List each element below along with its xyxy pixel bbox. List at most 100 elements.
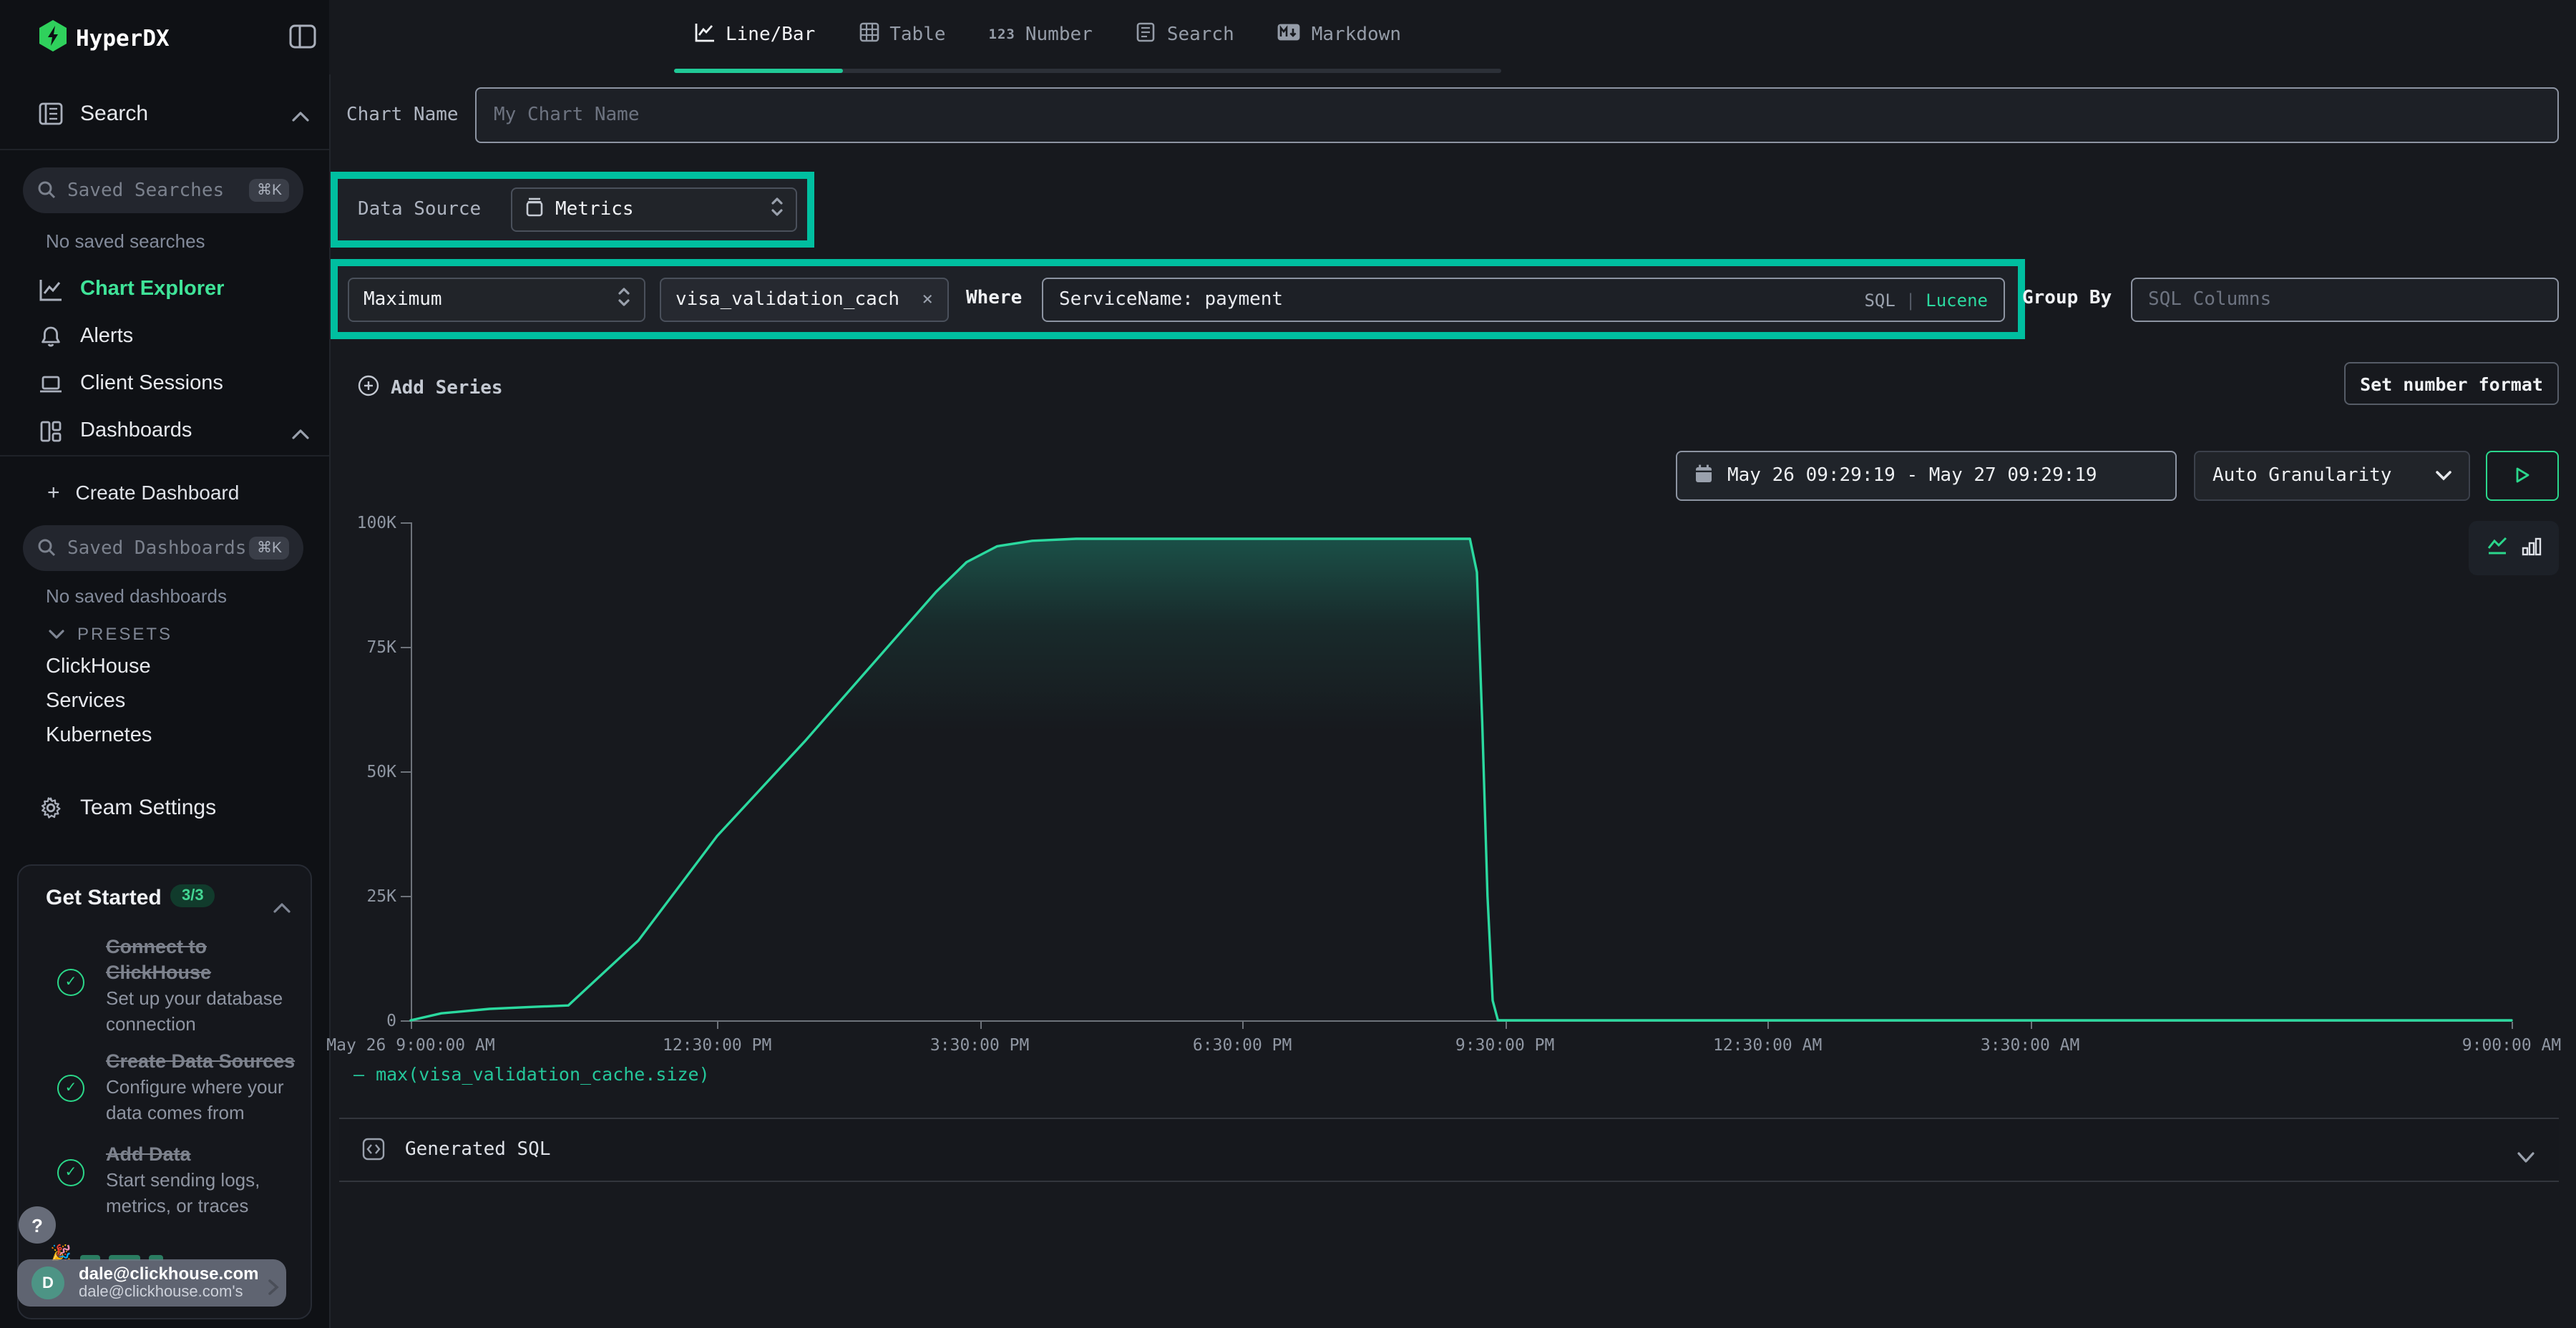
gear-icon xyxy=(39,795,63,819)
select-chevrons-icon xyxy=(618,288,630,312)
x-tick-label: 12:30:00 PM xyxy=(663,1035,771,1055)
y-tick-label: 0 xyxy=(333,1010,396,1030)
close-icon[interactable]: × xyxy=(922,289,933,311)
avatar: D xyxy=(31,1266,64,1299)
sidebar-item-client-sessions[interactable]: Client Sessions xyxy=(0,365,329,402)
bar-display-icon xyxy=(2522,534,2542,562)
sidebar-item-alerts[interactable]: Alerts xyxy=(0,318,329,355)
checklist-item[interactable]: ✓ Add Data Start sending logs, metrics, … xyxy=(57,1142,313,1219)
checklist-item-desc: Set up your database connection xyxy=(106,987,283,1035)
checklist-item[interactable]: ✓ Create Data Sources Configure where yo… xyxy=(57,1049,313,1126)
search-doc-icon xyxy=(1136,21,1157,49)
tab-table[interactable]: Table xyxy=(858,21,945,49)
data-source-value: Metrics xyxy=(555,199,760,220)
add-series-button[interactable]: Add Series xyxy=(358,375,503,402)
x-tick-mark xyxy=(980,1022,981,1029)
hyperdx-logo-icon xyxy=(39,20,67,57)
chevron-up-icon[interactable] xyxy=(273,892,291,919)
chevron-down-icon xyxy=(2436,465,2451,487)
calendar-icon xyxy=(1694,463,1713,489)
chevron-down-icon xyxy=(49,621,64,647)
sidebar-item-dashboards[interactable]: Dashboards xyxy=(0,412,329,449)
tab-label: Search xyxy=(1167,24,1234,46)
where-input[interactable]: ServiceName: payment SQL | Lucene xyxy=(1042,278,2005,322)
lucene-mode-toggle[interactable]: Lucene xyxy=(1926,290,1988,310)
check-circle-icon: ✓ xyxy=(57,1159,84,1186)
saved-searches-input[interactable]: Saved Searches ⌘K xyxy=(23,167,303,213)
active-tab-indicator xyxy=(674,69,843,73)
database-icon xyxy=(525,197,544,223)
user-team: dale@clickhouse.com's xyxy=(79,1283,259,1302)
checklist-item-title: Connect to ClickHouse xyxy=(106,936,211,983)
tab-label: Line/Bar xyxy=(726,24,815,46)
plus-icon: + xyxy=(47,480,60,504)
checklist-item-desc: Start sending logs, metrics, or traces xyxy=(106,1169,260,1216)
data-source-select[interactable]: Metrics xyxy=(511,187,797,232)
preset-kubernetes[interactable]: Kubernetes xyxy=(46,724,152,747)
plus-circle-icon xyxy=(358,375,379,402)
tab-label: Table xyxy=(889,24,945,46)
set-number-format-button[interactable]: Set number format xyxy=(2344,362,2559,405)
generated-sql-accordion[interactable]: Generated SQL xyxy=(339,1119,2559,1181)
no-saved-dashboards-text: No saved dashboards xyxy=(46,585,227,607)
tab-line-bar[interactable]: Line/Bar xyxy=(694,21,815,49)
help-button[interactable]: ? xyxy=(19,1206,56,1244)
aggregation-select[interactable]: Maximum xyxy=(348,278,645,322)
date-range-picker[interactable]: May 26 09:29:19 - May 27 09:29:19 xyxy=(1676,451,2177,501)
timeseries-chart[interactable] xyxy=(411,522,2512,1020)
hyperdx-app: HyperDX Search Saved Searches ⌘K No save… xyxy=(0,0,2576,1328)
section-search[interactable]: Search xyxy=(0,94,329,132)
tab-number[interactable]: 123 Number xyxy=(989,24,1093,46)
collapse-sidebar-icon[interactable] xyxy=(289,24,316,54)
metric-tag[interactable]: visa_validation_cach × xyxy=(660,278,949,322)
sql-mode-toggle[interactable]: SQL xyxy=(1864,290,1895,310)
search-icon xyxy=(37,534,56,562)
chart-name-input[interactable]: My Chart Name xyxy=(475,87,2559,143)
x-tick-mark xyxy=(1505,1022,1506,1029)
where-label: Where xyxy=(966,288,1022,309)
checklist-item[interactable]: ✓ Connect to ClickHouse Set up your data… xyxy=(57,934,306,1038)
series-area xyxy=(411,539,2512,1020)
run-query-button[interactable] xyxy=(2486,451,2559,501)
x-tick-mark xyxy=(1767,1022,1769,1029)
sidebar-item-chart-explorer[interactable]: Chart Explorer xyxy=(0,270,329,308)
table-icon xyxy=(858,21,879,49)
shortcut-badge: ⌘K xyxy=(250,179,289,202)
chart-explorer-icon xyxy=(39,277,63,301)
presets-label: PRESETS xyxy=(77,624,172,644)
granularity-select[interactable]: Auto Granularity xyxy=(2194,451,2470,501)
chart-name-placeholder: My Chart Name xyxy=(494,104,640,126)
chevron-up-icon xyxy=(292,417,309,444)
tab-markdown[interactable]: Markdown xyxy=(1277,23,1401,47)
partially-hidden-item: 🎉 xyxy=(50,1244,163,1261)
x-tick-label: 6:30:00 PM xyxy=(1193,1035,1292,1055)
tab-search[interactable]: Search xyxy=(1136,21,1234,49)
granularity-value: Auto Granularity xyxy=(2212,465,2436,487)
sidebar-item-team-settings[interactable]: Team Settings xyxy=(0,788,329,826)
metric-tag-value: visa_validation_cach xyxy=(675,289,909,311)
user-menu[interactable]: D dale@clickhouse.com dale@clickhouse.co… xyxy=(17,1259,286,1307)
shortcut-badge: ⌘K xyxy=(250,537,289,560)
mode-separator: | xyxy=(1906,290,1916,310)
where-value: ServiceName: payment xyxy=(1059,289,1864,311)
preset-clickhouse[interactable]: ClickHouse xyxy=(46,655,151,678)
sidebar: HyperDX Search Saved Searches ⌘K No save… xyxy=(0,0,331,1328)
legend[interactable]: — max(visa_validation_cache.size) xyxy=(353,1063,710,1085)
y-tick-mark xyxy=(401,1020,411,1022)
dashboards-icon xyxy=(39,419,63,443)
add-series-label: Add Series xyxy=(391,378,503,399)
saved-dashboards-input[interactable]: Saved Dashboards ⌘K xyxy=(23,525,303,571)
create-dashboard-button[interactable]: + Create Dashboard xyxy=(0,474,329,511)
create-dashboard-label: Create Dashboard xyxy=(76,481,240,504)
presets-section[interactable]: PRESETS xyxy=(49,621,172,647)
chevron-up-icon xyxy=(292,99,309,127)
checklist-item-title: Create Data Sources xyxy=(106,1050,295,1072)
legend-label: max(visa_validation_cache.size) xyxy=(376,1063,710,1085)
group-by-input[interactable]: SQL Columns xyxy=(2131,278,2559,322)
code-icon xyxy=(362,1138,385,1166)
markdown-icon xyxy=(1277,23,1302,47)
preset-services[interactable]: Services xyxy=(46,690,125,713)
y-tick-label: 25K xyxy=(333,886,396,906)
select-chevrons-icon xyxy=(771,197,783,222)
tab-label: Number xyxy=(1025,24,1093,46)
